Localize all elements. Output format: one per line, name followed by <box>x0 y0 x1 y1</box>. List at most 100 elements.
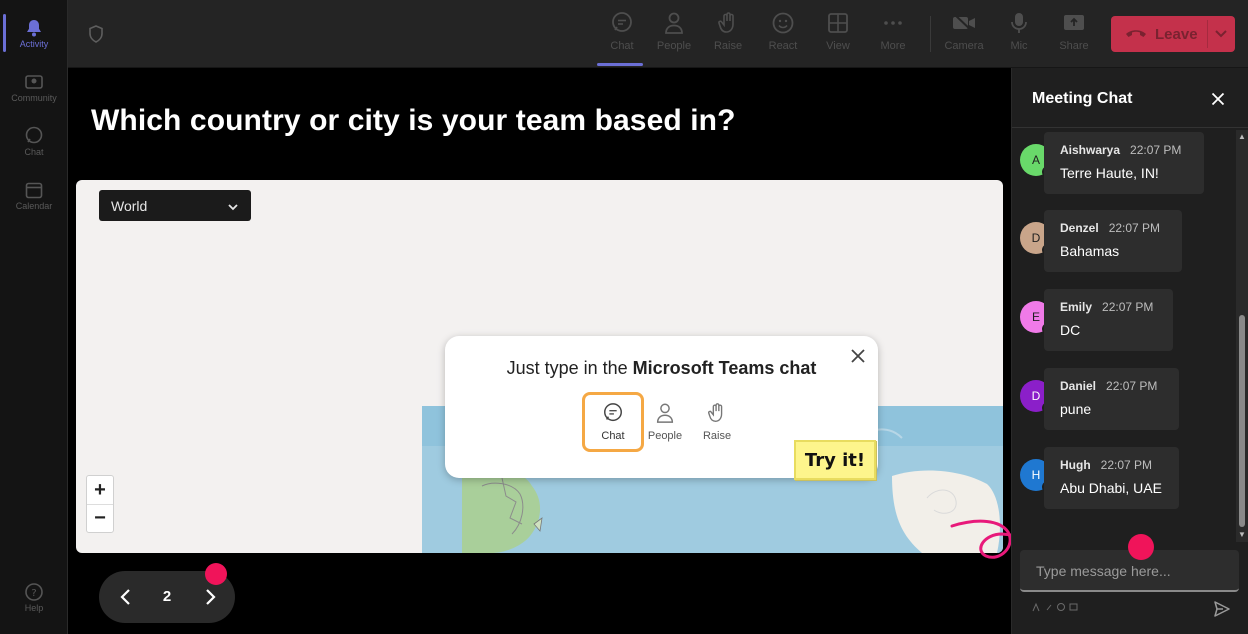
rail-label: Activity <box>19 39 49 49</box>
help-icon: ? <box>23 581 45 603</box>
message-bubble: Daniel 22:07 PM pune <box>1044 368 1179 430</box>
message-bubble: Aishwarya 22:07 PM Terre Haute, IN! <box>1044 132 1204 194</box>
leave-divider <box>1207 20 1208 48</box>
community-icon <box>23 71 45 93</box>
chat-title: Meeting Chat <box>1032 90 1133 107</box>
toolbar-mic-button[interactable]: Mic <box>994 10 1044 60</box>
message-text: Abu Dhabi, UAE <box>1060 480 1162 496</box>
rail-item-help[interactable]: ? Help <box>0 570 68 624</box>
leave-button[interactable]: Leave <box>1111 16 1235 52</box>
chat-icon <box>609 10 635 36</box>
message-time: 22:07 PM <box>1106 379 1158 393</box>
toolbar-label: Camera <box>944 40 984 52</box>
tip-toolbar-preview: Chat People Raise <box>582 392 746 452</box>
svg-text:?: ? <box>31 588 36 599</box>
leave-label: Leave <box>1155 25 1198 43</box>
message-author: Aishwarya <box>1060 143 1121 157</box>
rail-label: Chat <box>24 147 44 157</box>
shield-icon[interactable] <box>86 24 106 44</box>
tip-text-bold: Microsoft Teams chat <box>632 358 817 378</box>
scrollbar-thumb[interactable] <box>1239 315 1245 527</box>
message-text: Terre Haute, IN! <box>1060 165 1159 181</box>
rail-label: Community <box>11 93 57 103</box>
share-icon <box>1061 10 1087 36</box>
rail-item-calendar[interactable]: Calendar <box>0 168 68 222</box>
map-zoom-control: + − <box>86 475 114 533</box>
chevron-down-icon <box>227 200 239 216</box>
toolbar-people-button[interactable]: People <box>649 10 699 60</box>
people-icon <box>661 10 687 36</box>
slide-number: 2 <box>162 588 172 605</box>
rail-item-community[interactable]: Community <box>0 60 68 114</box>
rail-item-activity[interactable]: Activity <box>0 6 68 60</box>
toolbar-react-button[interactable]: React <box>758 10 808 60</box>
close-icon[interactable] <box>1211 92 1225 106</box>
chevron-right-icon[interactable] <box>201 587 219 612</box>
avatar-initial: D <box>1031 231 1041 245</box>
rail-label: Calendar <box>15 201 53 211</box>
message-text: DC <box>1060 322 1081 338</box>
send-icon[interactable] <box>1213 600 1231 618</box>
try-it-sticker: Try it! <box>794 440 876 480</box>
emoji-icon <box>1057 603 1065 611</box>
toolbar-share-button[interactable]: Share <box>1049 10 1099 60</box>
mic-icon <box>1006 10 1032 36</box>
highlight-dot <box>1128 534 1154 560</box>
people-icon <box>654 402 676 424</box>
raise-hand-icon <box>715 10 741 36</box>
calendar-icon <box>23 179 45 201</box>
chevron-down-icon[interactable] <box>1214 26 1228 44</box>
hang-up-icon <box>1125 26 1147 43</box>
toolbar-camera-button[interactable]: Camera <box>939 10 989 60</box>
toolbar-more-button[interactable]: More <box>868 10 918 60</box>
message-text: pune <box>1060 401 1092 417</box>
message-author: Emily <box>1060 300 1093 314</box>
meeting-chat-panel: Meeting Chat A Aishwarya 22:07 PM Terre H… <box>1011 68 1248 634</box>
message-bubble: Denzel 22:07 PM Bahamas <box>1044 210 1182 272</box>
toolbar-raise-button[interactable]: Raise <box>703 10 753 60</box>
chat-scrollbar[interactable]: ▲ ▼ <box>1236 130 1248 542</box>
rail-label: Help <box>24 603 44 613</box>
avatar-initial: H <box>1031 468 1041 482</box>
message-time: 22:07 PM <box>1102 300 1154 314</box>
message-input[interactable]: Type message here... <box>1020 550 1239 592</box>
close-icon[interactable] <box>850 348 866 364</box>
toolbar-label: More <box>880 40 906 52</box>
region-select[interactable]: World <box>99 190 251 221</box>
chat-header: Meeting Chat <box>1012 68 1248 128</box>
toolbar-label: Chat <box>610 40 634 52</box>
tip-raise-item: Raise <box>686 392 748 452</box>
teams-meeting-window: Activity Community Chat Calendar ? Help <box>0 0 1248 634</box>
chevron-left-icon[interactable] <box>117 587 135 612</box>
toolbar-label: People <box>656 40 692 52</box>
presentation-stage: Which country or city is your team based… <box>68 68 1096 634</box>
smiley-icon <box>770 10 796 36</box>
avatar-initial: D <box>1031 389 1041 403</box>
toolbar-label: Raise <box>713 40 743 52</box>
chat-icon <box>602 402 624 424</box>
avatar-initial: E <box>1031 310 1040 324</box>
tip-item-label: Chat <box>601 430 625 442</box>
avatar-initial: A <box>1031 153 1040 167</box>
scroll-down-arrow-icon[interactable]: ▼ <box>1238 530 1246 539</box>
message-text: Bahamas <box>1060 243 1120 259</box>
grid-icon <box>825 10 851 36</box>
zoom-out-button[interactable]: − <box>87 504 113 532</box>
message-bubble: Hugh 22:07 PM Abu Dhabi, UAE <box>1044 447 1179 509</box>
toolbar-chat-button[interactable]: Chat <box>597 10 647 66</box>
format-icon <box>1032 602 1040 612</box>
message-author: Denzel <box>1060 221 1099 235</box>
question-title: Which country or city is your team based… <box>91 104 736 137</box>
message-time: 22:07 PM <box>1108 221 1161 235</box>
zoom-in-button[interactable]: + <box>87 476 113 504</box>
scroll-up-arrow-icon[interactable]: ▲ <box>1238 132 1246 141</box>
toolbar-label: Share <box>1059 40 1089 52</box>
raise-hand-icon <box>706 402 728 424</box>
tip-item-label: People <box>647 430 683 442</box>
rail-item-chat[interactable]: Chat <box>0 114 68 168</box>
more-icon <box>880 10 906 36</box>
message-author: Daniel <box>1060 379 1097 393</box>
message-time: 22:07 PM <box>1130 143 1182 157</box>
toolbar-view-button[interactable]: View <box>813 10 863 60</box>
message-author: Hugh <box>1060 458 1091 472</box>
